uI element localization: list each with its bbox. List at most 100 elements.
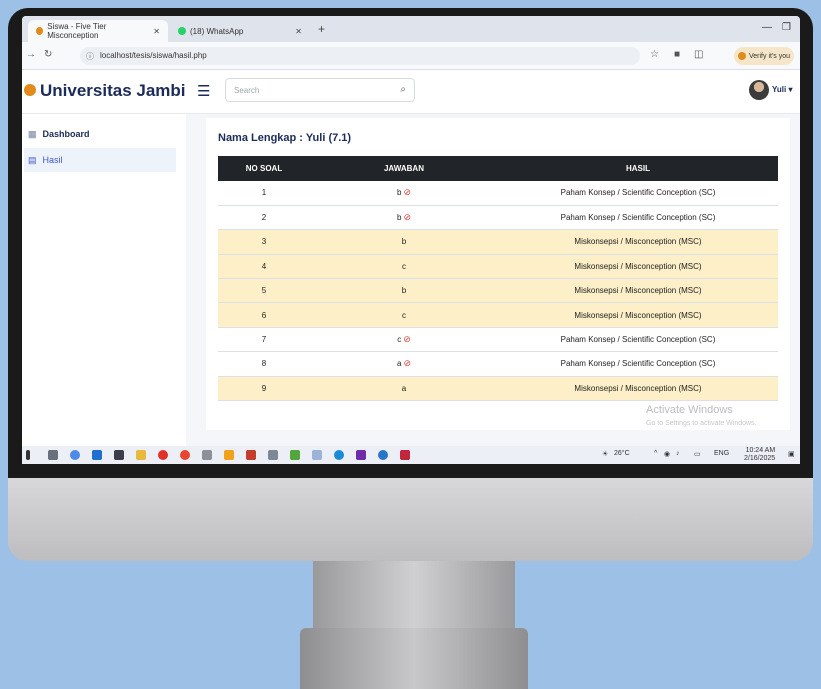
tab-siswa[interactable]: Siswa - Five Tier Misconception ✕ bbox=[28, 20, 168, 42]
result-card: Nama Lengkap : Yuli (7.1) NO SOAL JAWABA… bbox=[206, 118, 790, 430]
activate-windows-watermark: Activate Windows bbox=[646, 404, 733, 416]
start-icon[interactable] bbox=[26, 450, 30, 460]
no-soal-cell: 3 bbox=[218, 229, 310, 255]
user-menu[interactable]: Yuli ▾ bbox=[772, 85, 792, 94]
terminal-icon[interactable] bbox=[114, 450, 124, 460]
extension-icon[interactable]: ■ bbox=[674, 49, 680, 60]
jawaban-text: b bbox=[401, 286, 407, 296]
no-soal-cell: 5 bbox=[218, 278, 310, 304]
tray-chevron-icon[interactable]: ^ bbox=[654, 450, 657, 457]
table-row: 4 c Miskonsepsi / Misconception (MSC) bbox=[218, 254, 778, 280]
weather-text[interactable]: 26°C bbox=[614, 450, 630, 457]
search-icon[interactable]: ⌕ bbox=[400, 84, 406, 95]
jawaban-text: c bbox=[402, 310, 406, 320]
search-placeholder: Search bbox=[234, 86, 260, 95]
bookmark-star-icon[interactable]: ☆ bbox=[650, 49, 659, 60]
table-row: 3 b Miskonsepsi / Misconception (MSC) bbox=[218, 229, 778, 255]
jawaban-cell: c bbox=[310, 302, 498, 328]
table-row: 2 b ⊘ Paham Konsep / Scientific Conception … bbox=[218, 205, 778, 231]
network-icon[interactable]: ◉ bbox=[664, 450, 670, 458]
table-icon: ▤ bbox=[28, 154, 37, 165]
jawaban-cell: b bbox=[310, 229, 498, 255]
sidebar: ▦ Dashboard ▤ Hasil bbox=[22, 114, 186, 446]
extensions-puzzle-icon[interactable]: ◫ bbox=[694, 49, 703, 60]
url-field[interactable]: ⓘ localhost/tesis/siswa/hasil.php bbox=[80, 47, 640, 65]
column-header: HASIL bbox=[498, 156, 778, 181]
opera-icon[interactable] bbox=[158, 450, 168, 460]
jawaban-text: c bbox=[397, 335, 402, 345]
hasil-cell: Miskonsepsi / Misconception (MSC) bbox=[498, 229, 778, 255]
jawaban-text: b bbox=[397, 213, 402, 223]
jawaban-text: b bbox=[401, 237, 407, 247]
app-icon[interactable] bbox=[224, 450, 234, 460]
close-icon[interactable]: ✕ bbox=[295, 27, 302, 36]
app-icon[interactable] bbox=[268, 450, 278, 460]
hasil-cell: Miskonsepsi / Misconception (MSC) bbox=[498, 376, 778, 402]
tab-label: Siswa - Five Tier Misconception bbox=[47, 22, 107, 40]
calendar-icon[interactable] bbox=[202, 450, 212, 460]
task-view-icon[interactable] bbox=[48, 450, 58, 460]
app-icon[interactable] bbox=[246, 450, 256, 460]
sidebar-item-label: Dashboard bbox=[42, 129, 90, 139]
table-row: 9 a Miskonsepsi / Misconception (MSC) bbox=[218, 376, 778, 402]
volume-icon[interactable]: ♪ bbox=[676, 450, 680, 457]
clock-date: 2/16/2025 bbox=[744, 455, 776, 462]
app-icon[interactable] bbox=[356, 450, 366, 460]
search-input[interactable]: Search ⌕ bbox=[225, 78, 415, 102]
app-icon[interactable] bbox=[312, 450, 322, 460]
new-tab-button[interactable]: + bbox=[318, 22, 325, 36]
profile-icon bbox=[738, 52, 746, 60]
jawaban-cell: a ⊘ bbox=[310, 351, 498, 377]
no-soal-cell: 7 bbox=[218, 327, 310, 353]
menu-toggle-icon[interactable]: ☰ bbox=[197, 82, 210, 100]
column-header: JAWABAN bbox=[310, 156, 498, 181]
jawaban-cell: a bbox=[310, 376, 498, 402]
excel-icon[interactable] bbox=[290, 450, 300, 460]
brand-title[interactable]: Universitas Jambi bbox=[40, 81, 186, 101]
table-row: 8 a ⊘ Paham Konsep / Scientific Conception … bbox=[218, 351, 778, 377]
app-icon[interactable] bbox=[378, 450, 388, 460]
tab-whatsapp[interactable]: (18) WhatsApp ✕ bbox=[170, 20, 310, 42]
chrome-icon[interactable] bbox=[180, 450, 190, 460]
hasil-cell: Paham Konsep / Scientific Conception (SC… bbox=[498, 327, 778, 353]
monitor-stand-base bbox=[300, 628, 528, 689]
forward-icon[interactable]: → bbox=[26, 49, 36, 60]
correct-check-icon: ⊘ bbox=[403, 212, 411, 223]
jawaban-cell: c ⊘ bbox=[310, 327, 498, 353]
language-indicator[interactable]: ENG bbox=[714, 450, 729, 457]
hasil-cell: Miskonsepsi / Misconception (MSC) bbox=[498, 278, 778, 304]
no-soal-cell: 8 bbox=[218, 351, 310, 377]
hasil-cell: Paham Konsep / Scientific Conception (SC… bbox=[498, 181, 778, 206]
table-row: 1 b ⊘ Paham Konsep / Scientific Conception … bbox=[218, 181, 778, 206]
battery-icon[interactable]: ▭ bbox=[694, 450, 701, 458]
avatar[interactable] bbox=[749, 80, 769, 100]
close-icon[interactable]: ✕ bbox=[153, 27, 160, 36]
app-header: Universitas Jambi ☰ Search ⌕ Yuli ▾ bbox=[22, 70, 800, 114]
restore-icon[interactable]: ❐ bbox=[782, 22, 791, 33]
browser-address-bar: → ↻ ⓘ localhost/tesis/siswa/hasil.php ☆ … bbox=[22, 42, 800, 70]
hasil-cell: Miskonsepsi / Misconception (MSC) bbox=[498, 254, 778, 280]
jawaban-cell: b ⊘ bbox=[310, 181, 498, 206]
no-soal-cell: 9 bbox=[218, 376, 310, 402]
edge-icon[interactable] bbox=[334, 450, 344, 460]
jawaban-cell: b bbox=[310, 278, 498, 304]
browser-tab-bar: Siswa - Five Tier Misconception ✕ (18) W… bbox=[22, 16, 800, 42]
verify-button[interactable]: Verify it's you bbox=[734, 47, 794, 65]
notification-icon[interactable]: ▣ bbox=[788, 450, 795, 458]
clock-time: 10:24 AM bbox=[745, 447, 776, 454]
store-icon[interactable] bbox=[92, 450, 102, 460]
minimize-icon[interactable]: — bbox=[762, 22, 772, 33]
jawaban-text: a bbox=[401, 383, 407, 393]
sidebar-item-label: Hasil bbox=[42, 155, 63, 165]
sidebar-item-hasil[interactable]: ▤ Hasil bbox=[24, 148, 176, 172]
jawaban-cell: b ⊘ bbox=[310, 205, 498, 231]
clock[interactable]: 10:24 AM 2/16/2025 bbox=[744, 447, 775, 463]
copilot-icon[interactable] bbox=[70, 450, 80, 460]
reload-icon[interactable]: ↻ bbox=[44, 49, 52, 60]
app-icon[interactable] bbox=[400, 450, 410, 460]
sidebar-item-dashboard[interactable]: ▦ Dashboard bbox=[24, 122, 176, 146]
weather-icon[interactable]: ☀ bbox=[602, 450, 608, 458]
correct-check-icon: ⊘ bbox=[403, 334, 411, 345]
site-info-icon: ⓘ bbox=[86, 52, 94, 61]
folder-icon[interactable] bbox=[136, 450, 146, 460]
